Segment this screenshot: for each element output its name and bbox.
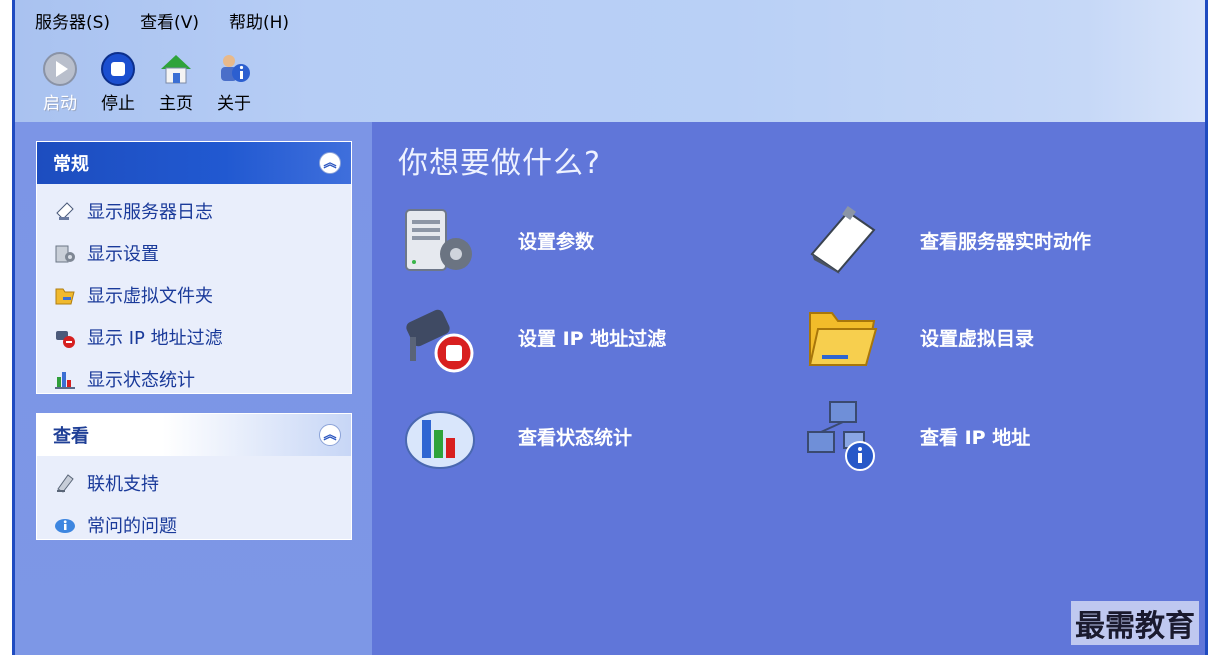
link-label: 常问的问题 (87, 516, 177, 537)
link-settings[interactable]: 显示设置 (51, 232, 351, 274)
menu-view[interactable]: 查看(V) (140, 8, 199, 33)
menu-bar: 服务器(S) 查看(V) 帮助(H) (35, 8, 289, 33)
menu-help[interactable]: 帮助(H) (229, 8, 289, 33)
task-label: 设置参数 (518, 230, 595, 253)
task-label: 查看状态统计 (518, 426, 633, 449)
task-label: 设置 IP 地址过滤 (518, 327, 667, 350)
about-icon (215, 50, 253, 88)
link-ip-filter[interactable]: 显示 IP 地址过滤 (51, 316, 351, 358)
link-server-log[interactable]: 显示服务器日志 (51, 190, 351, 232)
info-icon (51, 511, 79, 539)
stats-icon (51, 365, 79, 393)
play-icon (41, 50, 79, 88)
page-title: 你想要做什么? (398, 146, 601, 181)
main-panel: 你想要做什么? 设置参数 查看服务器实时动作 设置 IP 地址过滤 设置虚拟目录 (372, 122, 1205, 655)
support-icon (51, 469, 79, 497)
stop-label: 停止 (101, 94, 135, 114)
log-icon (51, 197, 79, 225)
group-general: 常规 ︽ 显示服务器日志 显示设置 显示虚拟文件夹 显示 IP 地址过滤 显示状… (36, 141, 352, 394)
link-faq[interactable]: 常问的问题 (51, 504, 351, 546)
group-general-header[interactable]: 常规 ︽ (37, 142, 351, 184)
task-label: 设置虚拟目录 (920, 327, 1035, 350)
group-general-title: 常规 (53, 154, 89, 175)
home-label: 主页 (159, 94, 193, 114)
link-label: 显示状态统计 (87, 370, 195, 391)
home-icon (157, 50, 195, 88)
notepad-icon (802, 200, 882, 280)
ip-filter-icon (51, 323, 79, 351)
folder-icon (51, 281, 79, 309)
link-label: 显示服务器日志 (87, 202, 213, 223)
link-label: 联机支持 (87, 474, 159, 495)
task-pane: 常规 ︽ 显示服务器日志 显示设置 显示虚拟文件夹 显示 IP 地址过滤 显示状… (15, 122, 372, 655)
home-button[interactable]: 主页 (153, 50, 199, 114)
app-window: 服务器(S) 查看(V) 帮助(H) 启动 停止 主页 关于 常规 ︽ 显示服务… (12, 0, 1208, 655)
stop-icon (99, 50, 137, 88)
chart-icon (400, 396, 480, 476)
task-ip-filter[interactable]: 设置 IP 地址过滤 (400, 297, 666, 377)
group-view-title: 查看 (53, 426, 89, 447)
watermark: 最需教育 (1071, 601, 1199, 645)
link-label: 显示虚拟文件夹 (87, 286, 213, 307)
task-virtual-dir[interactable]: 设置虚拟目录 (802, 297, 1034, 377)
link-virtual-folder[interactable]: 显示虚拟文件夹 (51, 274, 351, 316)
settings-icon (51, 239, 79, 267)
task-realtime-activity[interactable]: 查看服务器实时动作 (802, 200, 1091, 280)
server-settings-icon (400, 200, 480, 280)
link-label: 显示 IP 地址过滤 (87, 328, 223, 349)
task-label: 查看 IP 地址 (920, 426, 1031, 449)
task-label: 查看服务器实时动作 (920, 230, 1092, 253)
start-label: 启动 (43, 94, 77, 114)
menu-server[interactable]: 服务器(S) (35, 8, 110, 33)
task-set-params[interactable]: 设置参数 (400, 200, 594, 280)
group-view: 查看 ︽ 联机支持 常问的问题 (36, 413, 352, 540)
task-view-stats[interactable]: 查看状态统计 (400, 396, 632, 476)
menu-toolbar-area: 服务器(S) 查看(V) 帮助(H) 启动 停止 主页 关于 (15, 0, 1205, 122)
collapse-icon[interactable]: ︽ (319, 424, 341, 446)
network-info-icon (802, 396, 882, 476)
folder-icon (802, 297, 882, 377)
about-button[interactable]: 关于 (211, 50, 257, 114)
link-stats[interactable]: 显示状态统计 (51, 358, 351, 400)
start-button[interactable]: 启动 (37, 50, 83, 114)
ip-block-icon (400, 297, 480, 377)
toolbar: 启动 停止 主页 关于 (37, 50, 257, 114)
group-view-header[interactable]: 查看 ︽ (37, 414, 351, 456)
about-label: 关于 (217, 94, 251, 114)
task-view-ip[interactable]: 查看 IP 地址 (802, 396, 1030, 476)
stop-button[interactable]: 停止 (95, 50, 141, 114)
collapse-icon[interactable]: ︽ (319, 152, 341, 174)
link-online-support[interactable]: 联机支持 (51, 462, 351, 504)
link-label: 显示设置 (87, 244, 159, 265)
